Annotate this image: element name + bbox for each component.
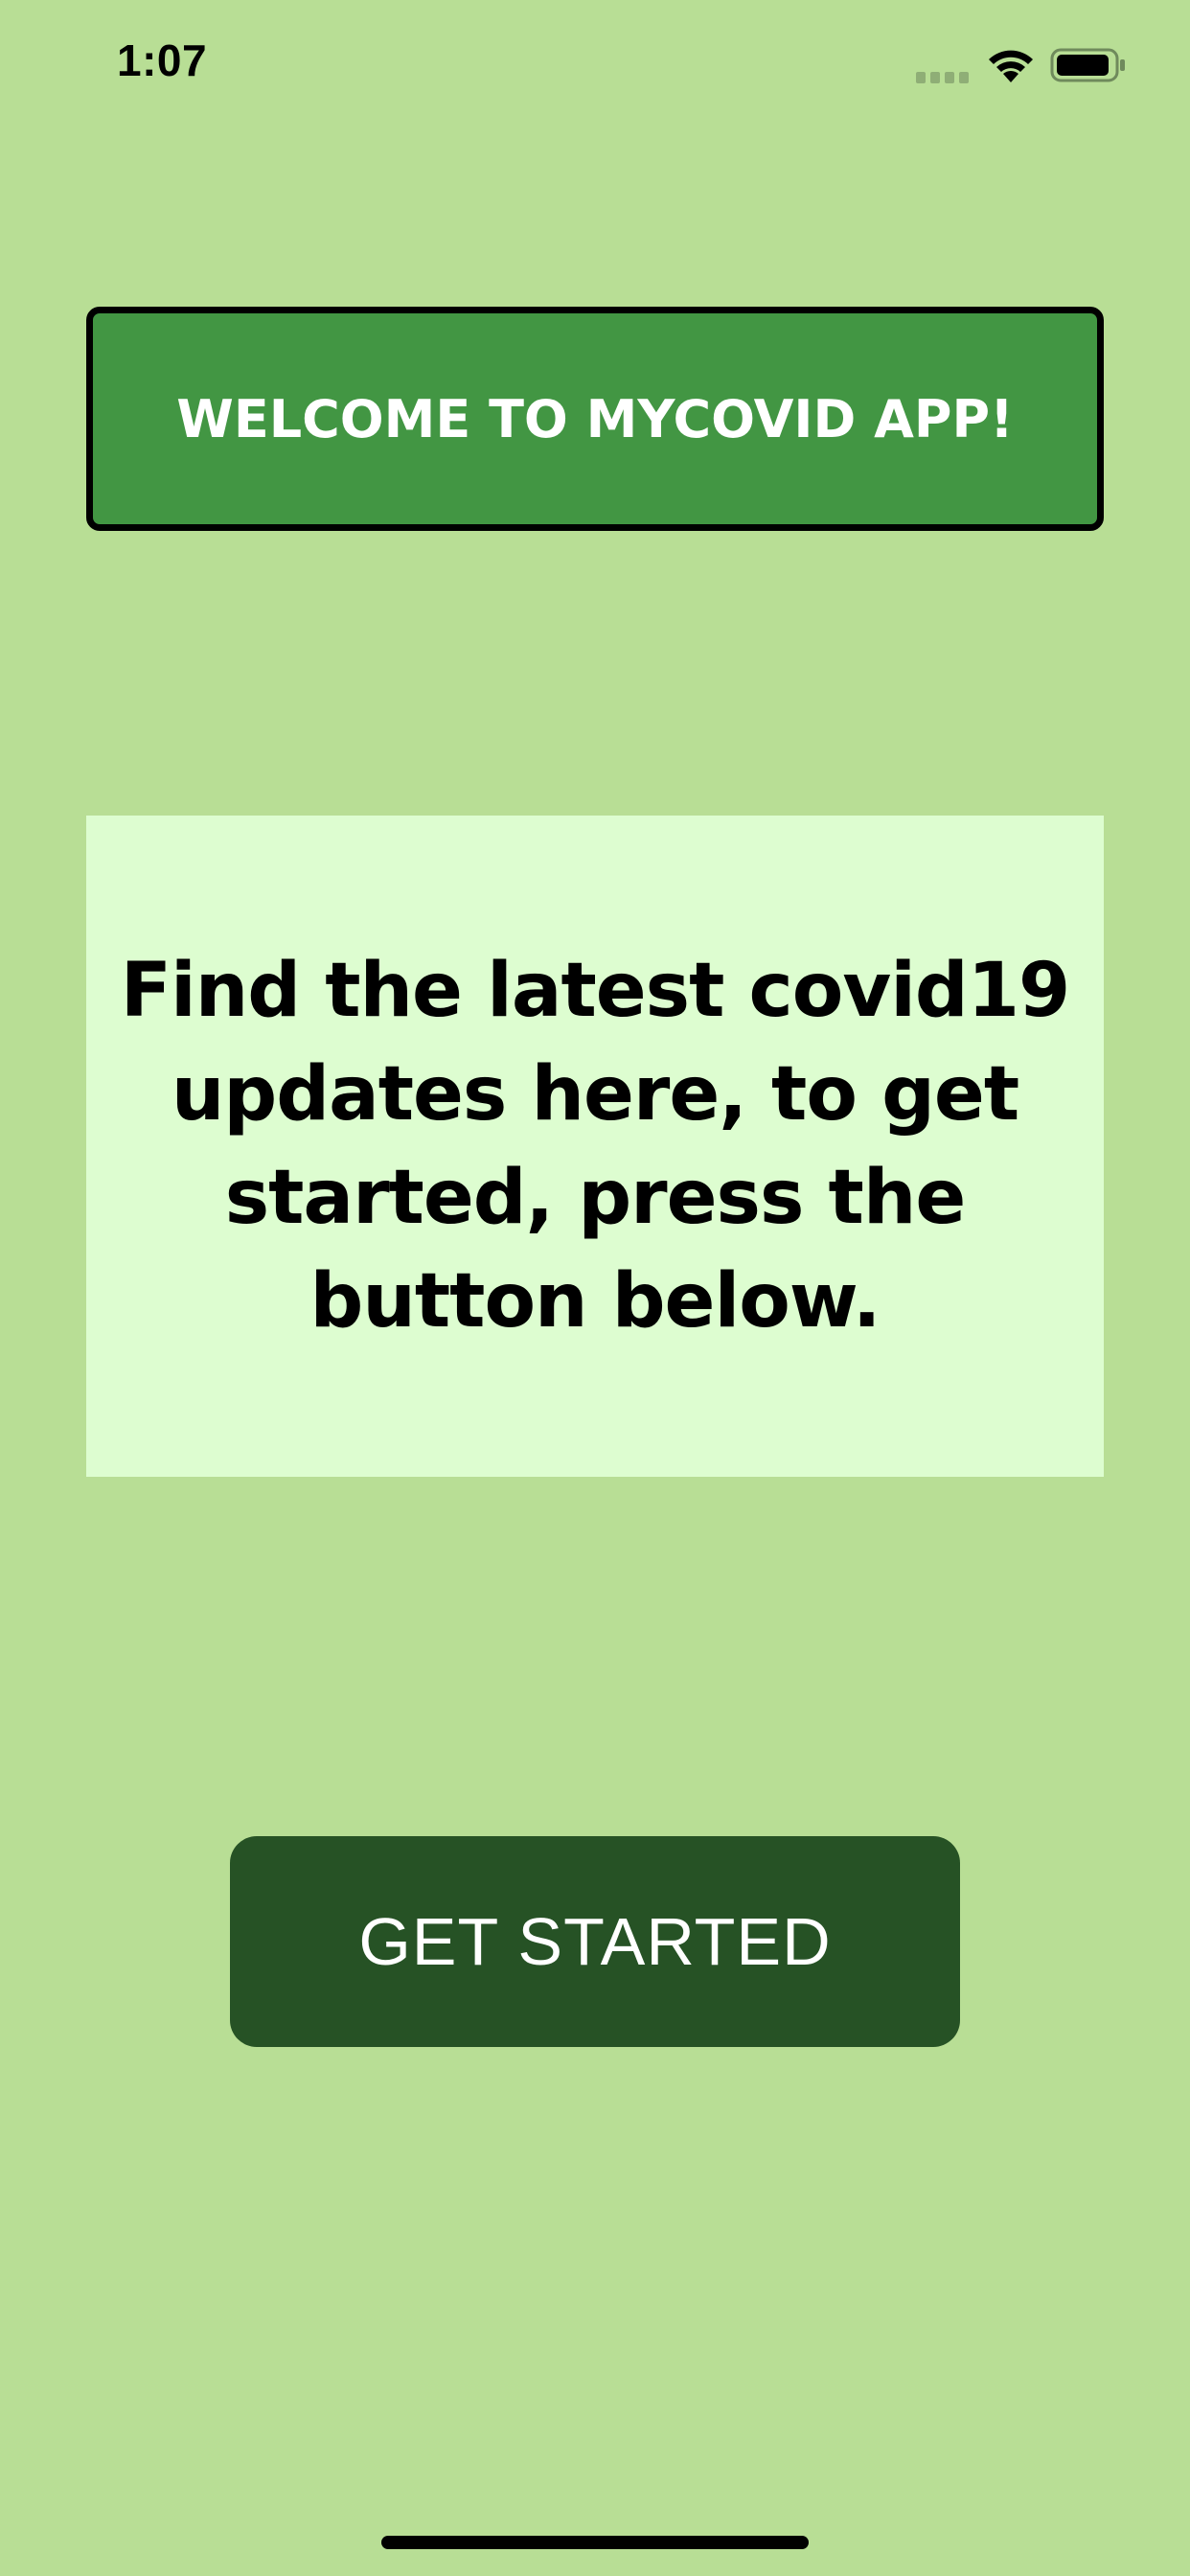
cellular-signal-icon xyxy=(916,69,970,83)
wifi-icon xyxy=(985,44,1037,82)
welcome-title: WELCOME TO MYCOVID APP! xyxy=(176,388,1014,449)
info-text: Find the latest covid19 updates here, to… xyxy=(120,948,1071,1345)
info-card: Find the latest covid19 updates here, to… xyxy=(86,816,1104,1477)
get-started-button[interactable]: GET STARTED xyxy=(230,1836,960,2047)
battery-icon xyxy=(1050,46,1127,84)
welcome-banner: WELCOME TO MYCOVID APP! xyxy=(86,307,1104,531)
status-bar: 1:07 xyxy=(0,0,1190,134)
home-indicator[interactable] xyxy=(381,2536,809,2549)
status-time: 1:07 xyxy=(117,35,208,85)
